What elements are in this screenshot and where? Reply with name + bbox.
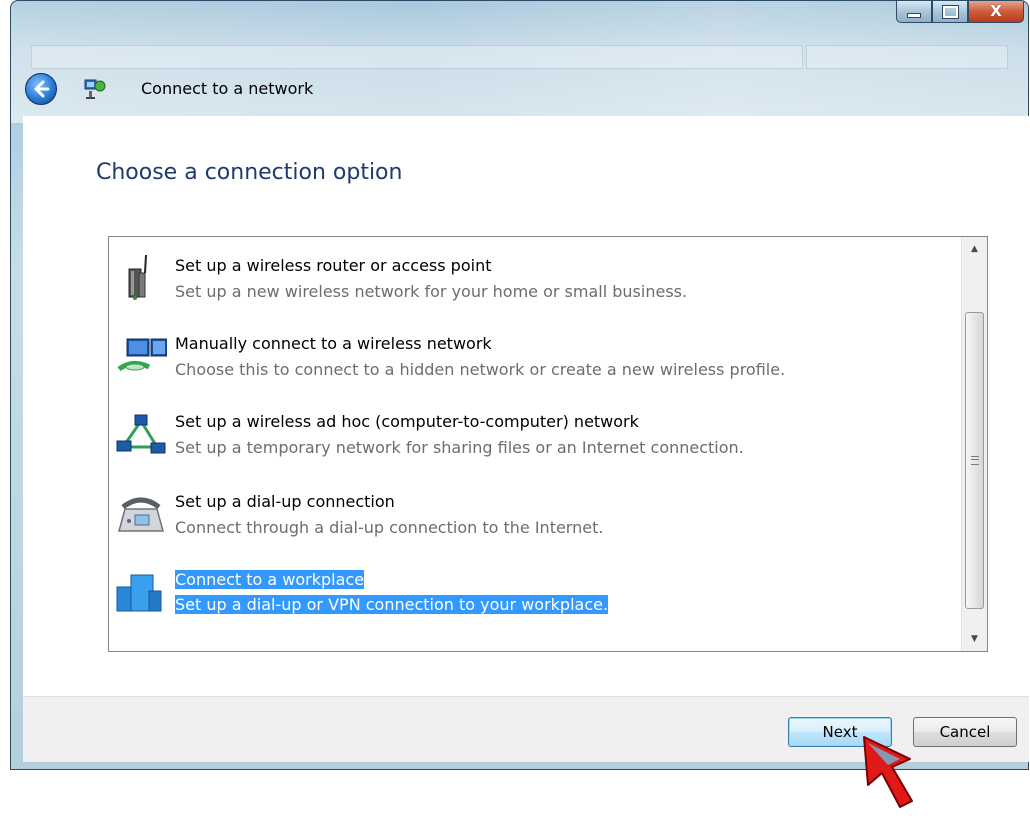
option-title: Set up a wireless router or access point (175, 256, 492, 275)
option-manual-wireless[interactable]: Manually connect to a wireless network C… (113, 319, 953, 385)
workplace-icon (116, 574, 162, 612)
minimize-button[interactable] (896, 1, 932, 23)
option-text: Manually connect to a wireless network C… (175, 331, 785, 383)
option-description: Connect through a dial-up connection to … (175, 518, 604, 537)
option-title: Manually connect to a wireless network (175, 334, 492, 353)
option-text: Set up a wireless ad hoc (computer-to-co… (175, 409, 744, 461)
network-connection-icon (84, 79, 106, 99)
option-workplace[interactable]: Connect to a workplace Set up a dial-up … (113, 555, 953, 621)
scroll-down-icon: ▼ (971, 634, 978, 644)
dialog-window: X Connect to a network Choose a connecti… (10, 0, 1029, 770)
window-title: Connect to a network (141, 79, 314, 98)
cancel-button[interactable]: Cancel (913, 717, 1017, 747)
grip-icon (971, 456, 979, 465)
option-description: Set up a temporary network for sharing f… (175, 438, 744, 457)
wireless-network-icon (117, 338, 167, 372)
content-area: Choose a connection option Set up a wire… (23, 116, 1029, 696)
wireless-router-icon (128, 254, 147, 300)
option-dial-up[interactable]: Set up a dial-up connection Connect thro… (113, 477, 953, 543)
back-button[interactable] (25, 73, 57, 105)
option-title: Set up a wireless ad hoc (computer-to-co… (175, 412, 639, 431)
maximize-button[interactable] (932, 1, 968, 23)
option-text: Set up a wireless router or access point… (175, 253, 687, 305)
option-ad-hoc[interactable]: Set up a wireless ad hoc (computer-to-co… (113, 397, 953, 463)
caption-buttons: X (896, 1, 1024, 25)
dial-up-phone-icon (118, 497, 164, 532)
connection-option-list: Set up a wireless router or access point… (108, 236, 988, 652)
option-title: Set up a dial-up connection (175, 492, 395, 511)
ad-hoc-network-icon (116, 414, 166, 454)
scroll-up-icon: ▲ (971, 244, 978, 254)
list-scrollbar[interactable]: ▲ ▼ (961, 237, 987, 651)
option-wireless-router[interactable]: Set up a wireless router or access point… (113, 241, 953, 307)
minimize-icon (907, 13, 921, 18)
option-description: Set up a new wireless network for your h… (175, 282, 688, 301)
scroll-down-button[interactable]: ▼ (962, 627, 987, 651)
background-search-box (806, 45, 1008, 69)
page-title: Choose a connection option (96, 160, 403, 185)
background-address-bar (31, 45, 803, 69)
option-description: Choose this to connect to a hidden netwo… (175, 360, 786, 379)
pointer-arrow-icon (863, 736, 913, 808)
scroll-up-button[interactable]: ▲ (962, 237, 987, 261)
scrollbar-thumb[interactable] (965, 312, 984, 609)
close-button[interactable]: X (968, 1, 1024, 23)
close-icon: X (990, 2, 1002, 20)
option-text: Connect to a workplace Set up a dial-up … (175, 567, 609, 617)
back-arrow-icon (34, 80, 50, 98)
option-text: Set up a dial-up connection Connect thro… (175, 489, 603, 541)
option-title: Connect to a workplace (175, 570, 365, 589)
maximize-icon (941, 4, 959, 19)
option-description: Set up a dial-up or VPN connection to yo… (175, 595, 609, 614)
